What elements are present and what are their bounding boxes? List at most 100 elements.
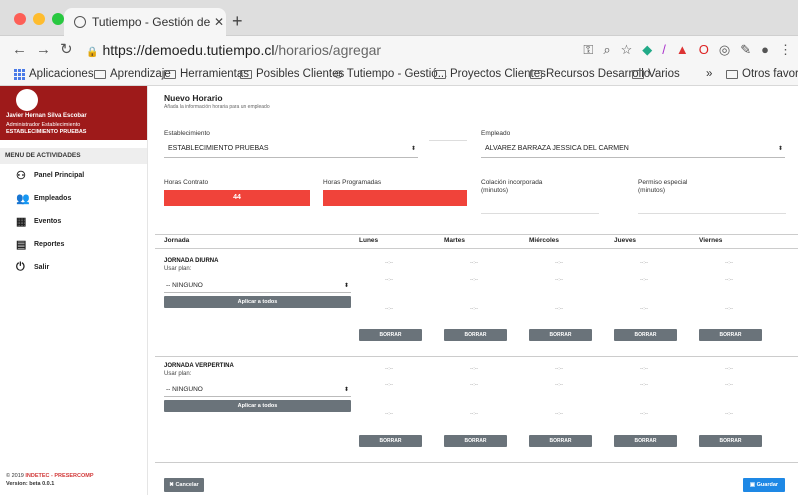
url-path: /horarios/agregar	[274, 42, 382, 58]
maximize-window-icon[interactable]	[52, 13, 64, 25]
time-input[interactable]: --:--	[385, 411, 393, 417]
time-input[interactable]: --:--	[470, 277, 478, 283]
time-input[interactable]: --:--	[555, 306, 563, 312]
time-input[interactable]: --:--	[470, 366, 478, 372]
folder-icon	[94, 69, 106, 79]
delete-viernes-diurna-button[interactable]: BORRAR	[699, 329, 762, 341]
apply-all-button-diurna[interactable]: Aplicar a todos	[164, 296, 351, 308]
time-input[interactable]: --:--	[470, 260, 478, 266]
delete-martes-diurna-button[interactable]: BORRAR	[444, 329, 507, 341]
delete-jueves-verpertina-button[interactable]: BORRAR	[614, 435, 677, 447]
delete-miercoles-verpertina-button[interactable]: BORRAR	[529, 435, 592, 447]
time-input[interactable]: --:--	[640, 411, 648, 417]
time-input[interactable]: --:--	[555, 382, 563, 388]
footer-brand: INDETEC - PRESERCOMP	[25, 473, 94, 479]
time-input[interactable]: --:--	[640, 277, 648, 283]
time-input[interactable]: --:--	[385, 366, 393, 372]
folder-icon	[632, 69, 644, 79]
user-profile: Javier Hernan Silva Escobar Administrado…	[0, 86, 147, 140]
opera-icon[interactable]: O	[699, 42, 709, 58]
sidebar-item-panel[interactable]: ⚇ Panel Principal	[0, 164, 147, 187]
hours-contract-field[interactable]: 44	[164, 190, 310, 206]
time-input[interactable]: --:--	[385, 306, 393, 312]
time-input[interactable]: --:--	[640, 306, 648, 312]
sidebar-item-reportes[interactable]: ▤ Reportes	[0, 233, 147, 256]
bookmark-tutiempo[interactable]: ◎ Tutiempo - Gestió...	[334, 68, 447, 80]
colacion-input[interactable]	[481, 213, 599, 214]
tutiempo-icon: ◎	[334, 68, 343, 80]
tab-close-icon[interactable]: ✕	[214, 15, 224, 29]
browser-tab[interactable]: Tutiempo - Gestión de Asistencia ✕	[64, 8, 226, 36]
time-input[interactable]: --:--	[555, 260, 563, 266]
establishment-select[interactable]: ESTABLECIMIENTO PRUEBAS ⬍	[164, 142, 418, 158]
paint-icon[interactable]: ✎	[740, 42, 751, 58]
time-input[interactable]: --:--	[725, 411, 733, 417]
toolbar-icons: ⚿ ⌕ ☆ ◆ / ▲ O ◎ ✎ ● ⋮	[583, 42, 792, 58]
cancel-button[interactable]: ✖ Cancelar	[164, 478, 204, 492]
delete-lunes-diurna-button[interactable]: BORRAR	[359, 329, 422, 341]
col-miercoles: Miércoles	[529, 237, 559, 244]
dashboard-icon: ⚇	[16, 170, 26, 182]
close-window-icon[interactable]	[14, 13, 26, 25]
bookmark-herramientas[interactable]: Herramientas	[164, 68, 249, 80]
forward-icon[interactable]: →	[36, 41, 51, 59]
delete-viernes-verpertina-button[interactable]: BORRAR	[699, 435, 762, 447]
permiso-input[interactable]	[638, 213, 786, 214]
time-input[interactable]: --:--	[725, 382, 733, 388]
bookmark-aprendizaje[interactable]: Aprendizaje	[94, 68, 171, 80]
bookmark-posibles-clientes[interactable]: Posibles Clientes	[240, 68, 344, 80]
time-input[interactable]: --:--	[385, 260, 393, 266]
star-icon[interactable]: ☆	[621, 42, 633, 58]
tab-favicon-icon	[74, 16, 86, 28]
sidebar-item-empleados[interactable]: 👥 Empleados	[0, 187, 147, 210]
sidebar-item-eventos[interactable]: ▦ Eventos	[0, 210, 147, 233]
apply-all-button-verpertina[interactable]: Aplicar a todos	[164, 400, 351, 412]
delete-lunes-verpertina-button[interactable]: BORRAR	[359, 435, 422, 447]
profile-icon[interactable]: ●	[761, 42, 769, 58]
bookmark-varios[interactable]: Varios	[632, 68, 680, 80]
lock-icon: 🔒	[86, 47, 99, 58]
time-input[interactable]: --:--	[725, 306, 733, 312]
save-button[interactable]: ▣ Guardar	[743, 478, 785, 492]
time-input[interactable]: --:--	[725, 260, 733, 266]
back-icon[interactable]: ←	[12, 41, 27, 59]
zoom-icon[interactable]: ⌕	[603, 42, 610, 58]
address-bar[interactable]: 🔒 https://demoedu.tutiempo.cl/horarios/ag…	[86, 40, 381, 63]
angular-icon[interactable]: ▲	[676, 42, 689, 58]
bookmarks-overflow[interactable]: »	[706, 68, 712, 80]
extension-icon[interactable]: ◆	[642, 42, 652, 58]
sync-icon[interactable]: ◎	[719, 42, 730, 58]
time-input[interactable]: --:--	[555, 366, 563, 372]
plan-select-verpertina[interactable]: -- NINGUNO ⬍	[164, 383, 351, 397]
time-input[interactable]: --:--	[640, 382, 648, 388]
time-input[interactable]: --:--	[725, 277, 733, 283]
time-input[interactable]: --:--	[470, 382, 478, 388]
time-input[interactable]: --:--	[725, 366, 733, 372]
bookmark-otros-favoritos[interactable]: Otros favoritos	[726, 68, 798, 80]
time-input[interactable]: --:--	[385, 382, 393, 388]
minimize-window-icon[interactable]	[33, 13, 45, 25]
time-input[interactable]: --:--	[640, 260, 648, 266]
delete-jueves-diurna-button[interactable]: BORRAR	[614, 329, 677, 341]
delete-martes-verpertina-button[interactable]: BORRAR	[444, 435, 507, 447]
delete-miercoles-diurna-button[interactable]: BORRAR	[529, 329, 592, 341]
time-input[interactable]: --:--	[470, 306, 478, 312]
menu-dots-icon[interactable]: ⋮	[779, 42, 792, 58]
new-tab-button[interactable]: +	[232, 12, 243, 30]
time-input[interactable]: --:--	[555, 277, 563, 283]
bookmark-apps[interactable]: Aplicaciones	[14, 68, 94, 80]
reload-icon[interactable]: ↻	[60, 41, 73, 59]
time-input[interactable]: --:--	[385, 277, 393, 283]
hours-contract-label: Horas Contrato	[164, 179, 209, 186]
employee-select[interactable]: ALVAREZ BARRAZA JESSICA DEL CARMEN ⬍	[481, 142, 785, 158]
window-controls	[14, 13, 64, 25]
pen-icon[interactable]: /	[662, 42, 666, 58]
key-icon[interactable]: ⚿	[583, 42, 593, 58]
time-input[interactable]: --:--	[555, 411, 563, 417]
hours-programmed-field[interactable]	[323, 190, 467, 206]
time-input[interactable]: --:--	[470, 411, 478, 417]
sidebar-item-salir[interactable]: ⏻ Salir	[0, 256, 147, 279]
time-input[interactable]: --:--	[640, 366, 648, 372]
plan-select-diurna[interactable]: -- NINGUNO ⬍	[164, 279, 351, 293]
user-establishment: ESTABLECIMIENTO PRUEBAS	[6, 129, 87, 135]
